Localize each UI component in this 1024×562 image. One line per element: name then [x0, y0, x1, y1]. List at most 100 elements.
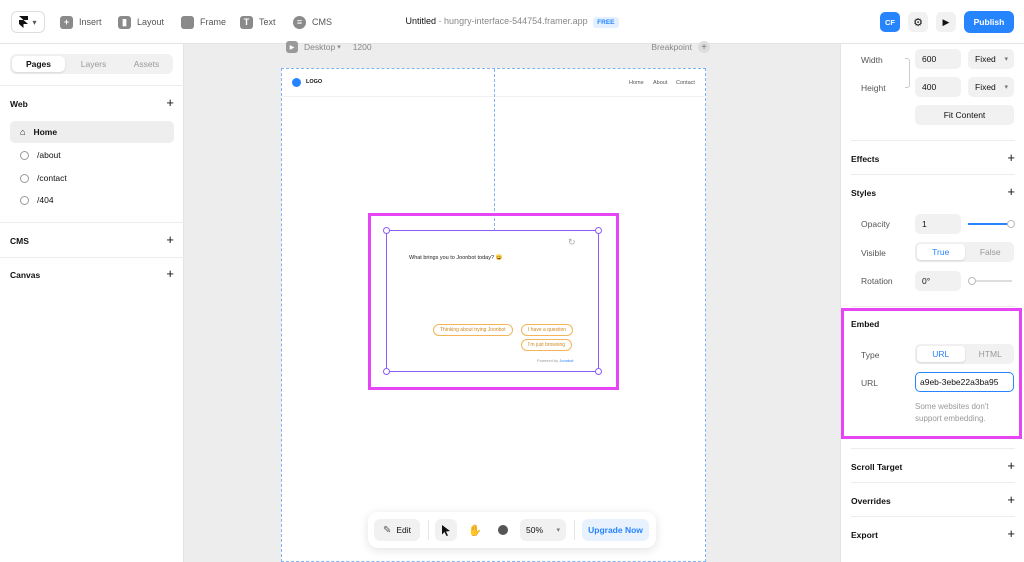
top-toolbar: ▾ + Insert ▮ Layout Frame T Text ≡ CMS Untit…	[0, 0, 1024, 44]
export-header[interactable]: Export +	[851, 527, 1015, 540]
edit-label: Edit	[396, 525, 412, 535]
divider	[428, 520, 429, 540]
bottom-toolbar: ✎ Edit ✋ 50% ▾ Upgrade Now	[368, 512, 656, 548]
divider	[851, 516, 1015, 517]
zoom-select[interactable]: 50% ▾	[520, 519, 566, 541]
embed-component[interactable]: ↻ What brings you to Joonbot today? 😀 Th…	[383, 227, 602, 375]
page-item-home[interactable]: ⌂ Home	[10, 121, 174, 143]
overrides-header[interactable]: Overrides +	[851, 493, 1015, 506]
page-label: /404	[37, 195, 54, 205]
nav-contact[interactable]: Contact	[676, 80, 695, 86]
powered-by: Powered by Joonbot	[537, 358, 573, 363]
cms-section-label: CMS	[10, 236, 29, 246]
canvas-section-header[interactable]: Canvas +	[10, 267, 174, 280]
hand-tool-button[interactable]: ✋	[464, 519, 486, 541]
preview-button[interactable]: ▶	[936, 12, 956, 32]
document-title[interactable]: Untitled - hungry-interface-544754.frame…	[0, 16, 1024, 28]
height-mode-select[interactable]: Fixed ▾	[968, 77, 1014, 97]
tab-assets[interactable]: Assets	[120, 54, 173, 74]
height-label: Height	[861, 83, 886, 93]
page-item-contact[interactable]: /contact	[10, 167, 174, 189]
settings-button[interactable]: ⚙	[908, 12, 928, 32]
chevron-down-icon: ▾	[337, 44, 341, 51]
resize-handle[interactable]	[383, 368, 390, 375]
rotation-slider-knob[interactable]	[968, 277, 976, 285]
pencil-icon: ✎	[382, 524, 392, 536]
rotation-input[interactable]: 0°	[915, 271, 961, 291]
type-url-option[interactable]: URL	[917, 346, 965, 362]
visible-true-option[interactable]: True	[917, 244, 965, 260]
nav-about[interactable]: About	[653, 80, 667, 86]
globe-icon	[20, 173, 29, 183]
user-avatar[interactable]: CF	[880, 12, 900, 32]
page-item-404[interactable]: /404	[10, 189, 174, 211]
add-override-icon[interactable]: +	[1007, 493, 1015, 506]
page-label: /contact	[37, 173, 67, 183]
logo-icon	[292, 78, 301, 87]
breakpoint-name[interactable]: Desktop	[304, 42, 335, 52]
fit-content-button[interactable]: Fit Content	[915, 105, 1014, 125]
embed-note: Some websites don't support embedding.	[915, 402, 989, 423]
divider	[851, 482, 1015, 483]
edit-button[interactable]: ✎ Edit	[374, 519, 420, 541]
width-mode-select[interactable]: Fixed ▾	[968, 49, 1014, 69]
breakpoint-play-icon[interactable]: ▶	[286, 41, 298, 53]
upgrade-now-button[interactable]: Upgrade Now	[582, 519, 649, 541]
resize-handle[interactable]	[383, 227, 390, 234]
add-scroll-target-icon[interactable]: +	[1007, 459, 1015, 472]
resize-handle[interactable]	[595, 227, 602, 234]
opacity-slider-knob[interactable]	[1007, 220, 1015, 228]
effects-header[interactable]: Effects +	[851, 151, 1015, 164]
chevron-down-icon: ▾	[1004, 56, 1008, 63]
tab-pages[interactable]: Pages	[12, 56, 65, 72]
web-section-header: Web +	[10, 96, 174, 109]
chat-option[interactable]: I'm just browsing	[521, 339, 573, 351]
add-breakpoint-icon[interactable]: +	[698, 41, 710, 53]
type-html-option[interactable]: HTML	[967, 344, 1015, 364]
add-effect-icon[interactable]: +	[1007, 151, 1015, 164]
link-icon[interactable]	[905, 58, 910, 88]
publish-button[interactable]: Publish	[964, 11, 1014, 33]
add-export-icon[interactable]: +	[1007, 527, 1015, 540]
divider	[0, 85, 184, 86]
type-label: Type	[861, 350, 880, 360]
chat-bubble: What brings you to Joonbot today? 😀	[409, 255, 502, 261]
comment-icon	[498, 525, 508, 535]
add-cms-icon[interactable]: +	[166, 233, 174, 246]
chat-option[interactable]: Thinking about trying Joonbot	[433, 324, 513, 336]
page-label: Home	[33, 127, 58, 137]
styles-header[interactable]: Styles +	[851, 185, 1015, 198]
chat-option[interactable]: I have a question	[521, 324, 574, 336]
add-style-icon[interactable]: +	[1007, 185, 1015, 198]
height-input[interactable]: 400	[915, 77, 961, 97]
url-input[interactable]: a9eb-3ebe22a3ba95	[915, 372, 1014, 392]
width-input[interactable]: 600	[915, 49, 961, 69]
width-label: Width	[861, 55, 883, 65]
embed-label: Embed	[851, 319, 880, 329]
powered-by-label: Powered by	[537, 358, 559, 363]
resize-handle[interactable]	[595, 368, 602, 375]
free-badge: FREE	[593, 17, 619, 28]
rotation-label: Rotation	[861, 276, 893, 286]
visible-false-option[interactable]: False	[967, 242, 1015, 262]
play-icon: ▶	[942, 16, 950, 27]
opacity-slider[interactable]	[968, 223, 1012, 225]
doc-sep: -	[438, 16, 442, 26]
comment-tool-button[interactable]	[492, 519, 514, 541]
add-canvas-icon[interactable]: +	[166, 267, 174, 280]
gear-icon: ⚙	[913, 16, 923, 29]
divider	[0, 257, 184, 258]
refresh-icon[interactable]: ↻	[568, 237, 576, 248]
divider	[0, 222, 184, 223]
opacity-input[interactable]: 1	[915, 214, 961, 234]
styles-label: Styles	[851, 188, 877, 198]
cms-section-header[interactable]: CMS +	[10, 233, 174, 246]
tab-layers[interactable]: Layers	[67, 54, 120, 74]
select-tool-button[interactable]	[435, 519, 457, 541]
page-item-about[interactable]: /about	[10, 144, 174, 166]
nav-home[interactable]: Home	[629, 80, 644, 86]
scroll-target-label: Scroll Target	[851, 462, 903, 472]
effects-label: Effects	[851, 154, 880, 164]
add-page-icon[interactable]: +	[166, 96, 174, 109]
scroll-target-header[interactable]: Scroll Target +	[851, 459, 1015, 472]
